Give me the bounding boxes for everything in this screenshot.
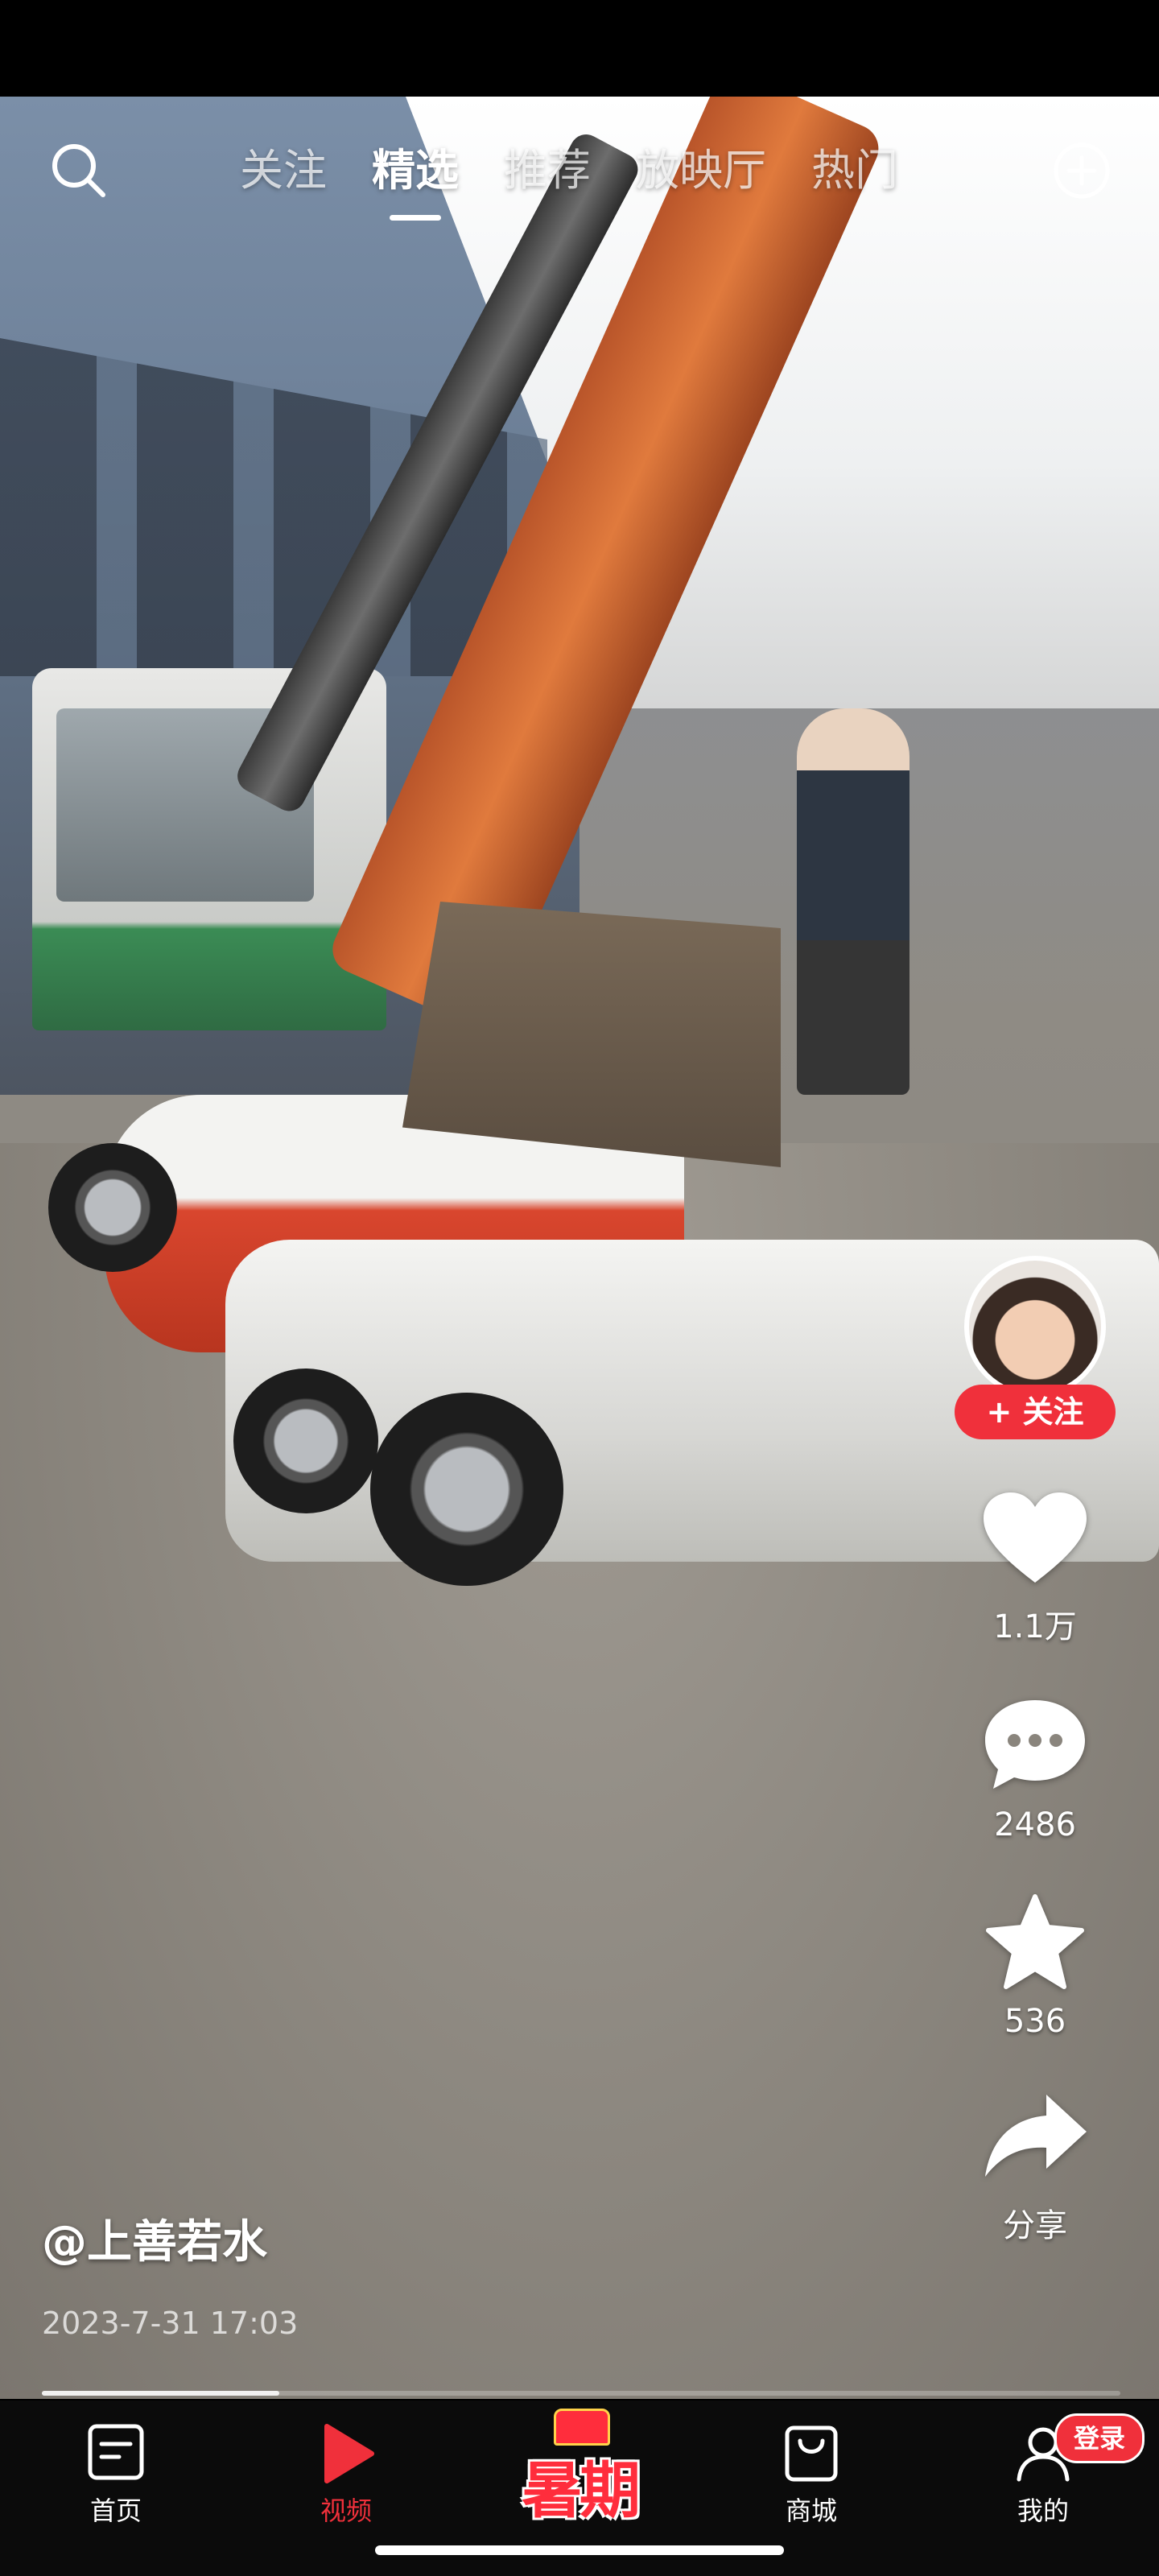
video-wheel — [48, 1143, 177, 1272]
nav-mall-label: 商城 — [785, 2496, 837, 2526]
tab-cinema[interactable]: 放映厅 — [613, 138, 789, 211]
share-button[interactable]: 分享 — [979, 2087, 1091, 2246]
share-label: 分享 — [1003, 2207, 1067, 2244]
shopping-bag-icon — [785, 2425, 838, 2482]
action-rail: + 关注 1.1万 2486 536 分享 — [938, 1256, 1132, 2246]
comment-bubble-icon — [985, 1700, 1085, 1789]
nav-home[interactable]: 首页 — [35, 2421, 196, 2528]
plus-circle-icon[interactable] — [1050, 138, 1114, 203]
tab-follow[interactable]: 关注 — [217, 138, 349, 211]
heart-icon — [984, 1492, 1087, 1583]
tab-recommend[interactable]: 推荐 — [481, 138, 613, 211]
nav-video-label: 视频 — [320, 2496, 372, 2526]
login-badge[interactable]: 登录 — [1054, 2413, 1145, 2463]
play-icon — [324, 2424, 374, 2483]
top-tabs: 关注 精选 推荐 放映厅 热门 — [217, 138, 921, 221]
video-wheel — [370, 1393, 563, 1586]
video-progress-bar[interactable] — [42, 2391, 1120, 2396]
video-wheel — [233, 1368, 378, 1513]
like-count: 1.1万 — [993, 1608, 1077, 1645]
nav-home-label: 首页 — [89, 2496, 142, 2526]
favorite-count: 536 — [1004, 2003, 1066, 2040]
author-name[interactable]: @上善若水 — [42, 2206, 267, 2271]
like-button[interactable]: 1.1万 — [979, 1488, 1091, 1647]
search-icon[interactable] — [47, 138, 111, 203]
video-progress-fill — [42, 2391, 279, 2396]
video-person — [797, 708, 909, 1095]
comment-count: 2486 — [994, 1806, 1076, 1843]
promo-summer-label: 暑期 — [522, 2454, 641, 2526]
share-arrow-icon — [985, 2095, 1087, 2177]
nav-mall[interactable]: 商城 — [731, 2421, 892, 2528]
tab-featured[interactable]: 精选 — [349, 138, 481, 221]
creator-avatar-group: + 关注 — [955, 1256, 1116, 1441]
post-timestamp: 2023-7-31 17:03 — [42, 2306, 299, 2341]
nav-me-label: 我的 — [1017, 2496, 1069, 2526]
follow-button[interactable]: + 关注 — [955, 1385, 1116, 1439]
nav-video[interactable]: 视频 — [266, 2421, 427, 2528]
avatar[interactable] — [964, 1256, 1106, 1397]
home-doc-icon — [88, 2424, 144, 2480]
tab-hot[interactable]: 热门 — [789, 138, 921, 211]
comment-button[interactable]: 2486 — [979, 1694, 1091, 1843]
favorite-button[interactable]: 536 — [979, 1890, 1091, 2040]
home-indicator — [375, 2545, 784, 2555]
video-excavator-bucket — [402, 902, 781, 1167]
status-bar — [0, 0, 1159, 97]
star-icon — [986, 1894, 1084, 1989]
promo-summer-button[interactable]: 暑期 — [507, 2404, 652, 2526]
